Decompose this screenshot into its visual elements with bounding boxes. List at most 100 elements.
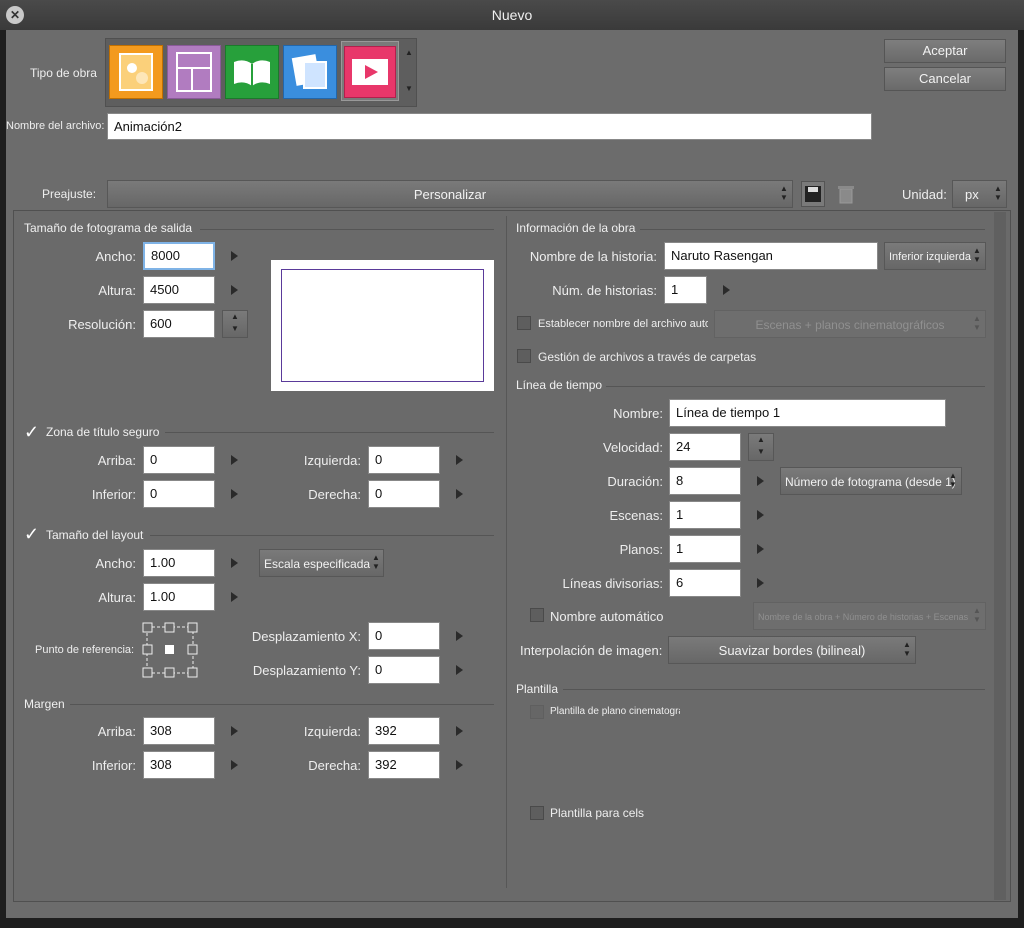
story-name-label: Nombre de la historia: xyxy=(529,249,657,264)
work-type-label: Tipo de obra xyxy=(30,66,97,80)
scale-value: Escala especificada xyxy=(264,557,371,571)
dividers-input[interactable]: 6 xyxy=(669,569,741,597)
preset-label: Preajuste: xyxy=(42,187,97,201)
layout-size-checkbox[interactable]: ✓ xyxy=(24,525,39,543)
save-preset-icon[interactable] xyxy=(801,181,825,207)
shots-arrow-icon[interactable] xyxy=(757,544,764,554)
layout-size-title: Tamaño del layout xyxy=(46,528,144,542)
margin-top-input[interactable]: 308 xyxy=(143,717,215,745)
layout-width-arrow-icon[interactable] xyxy=(231,558,238,568)
safe-left-label: Izquierda: xyxy=(303,453,361,468)
story-count-arrow-icon[interactable] xyxy=(723,285,730,295)
delete-preset-icon[interactable] xyxy=(834,181,858,207)
auto-name-chevron-icon: ▲ ▼ xyxy=(973,606,981,624)
window-title: Nuevo xyxy=(491,7,533,23)
reference-point-selector[interactable] xyxy=(141,621,199,679)
margin-right-input[interactable]: 392 xyxy=(368,751,440,779)
timeline-name-label: Nombre: xyxy=(613,406,663,421)
margin-left-arrow-icon[interactable] xyxy=(456,726,463,736)
margin-bottom-input[interactable]: 308 xyxy=(143,751,215,779)
file-name-label: Nombre del archivo: xyxy=(6,120,105,132)
margin-top-label: Arriba: xyxy=(97,724,136,739)
comic-icon[interactable] xyxy=(167,45,221,99)
offset-x-input[interactable]: 0 xyxy=(368,622,440,650)
margin-right-label: Derecha: xyxy=(308,758,361,773)
duration-input[interactable]: 8 xyxy=(669,467,741,495)
shot-template-checkbox[interactable] xyxy=(530,705,544,719)
story-name-input[interactable]: Naruto Rasengan xyxy=(664,242,878,270)
file-name-input[interactable]: Animación2 xyxy=(107,113,872,140)
accept-button[interactable]: Aceptar xyxy=(884,39,1006,63)
auto-filename-checkbox[interactable] xyxy=(517,316,531,330)
shots-input[interactable]: 1 xyxy=(669,535,741,563)
output-width-label: Ancho: xyxy=(95,249,136,264)
scale-dropdown[interactable]: Escala especificada xyxy=(259,549,384,577)
output-width-input[interactable]: 8000 xyxy=(143,242,215,270)
scale-chevron-icon: ▲ ▼ xyxy=(372,553,380,571)
resolution-label: Resolución: xyxy=(68,317,136,332)
book-icon[interactable] xyxy=(225,45,279,99)
animation-icon[interactable] xyxy=(341,41,399,101)
scrollbar[interactable] xyxy=(994,212,1006,900)
margin-bottom-arrow-icon[interactable] xyxy=(231,760,238,770)
offset-x-arrow-icon[interactable] xyxy=(456,631,463,641)
auto-filename-value: Escenas + planos cinematográficos xyxy=(755,318,945,332)
dividers-arrow-icon[interactable] xyxy=(757,578,764,588)
speed-input[interactable]: 24 xyxy=(669,433,741,461)
duration-arrow-icon[interactable] xyxy=(757,476,764,486)
folder-management-checkbox[interactable] xyxy=(517,349,531,363)
interpolation-label: Interpolación de imagen: xyxy=(520,643,663,658)
speed-stepper[interactable]: ▲ ▼ xyxy=(748,433,774,461)
margin-bottom-label: Inferior: xyxy=(91,758,136,773)
offset-y-arrow-icon[interactable] xyxy=(456,665,463,675)
auto-name-checkbox[interactable] xyxy=(530,608,544,622)
shots-label: Planos: xyxy=(619,542,663,557)
resolution-input[interactable]: 600 xyxy=(143,310,215,338)
webtoon-icon[interactable] xyxy=(283,45,337,99)
cels-template-checkbox[interactable] xyxy=(530,806,544,820)
output-height-arrow-icon[interactable] xyxy=(231,285,238,295)
safe-top-input[interactable]: 0 xyxy=(143,446,215,474)
cancel-button[interactable]: Cancelar xyxy=(884,67,1006,91)
layout-height-input[interactable]: 1.00 xyxy=(143,583,215,611)
unit-value: px xyxy=(965,187,979,202)
preset-dropdown[interactable]: Personalizar xyxy=(107,180,793,208)
offset-y-input[interactable]: 0 xyxy=(368,656,440,684)
safe-right-arrow-icon[interactable] xyxy=(456,489,463,499)
timeline-name-input[interactable]: Línea de tiempo 1 xyxy=(669,399,946,427)
safe-zone-checkbox[interactable]: ✓ xyxy=(24,423,39,441)
auto-name-value: Nombre de la obra + Número de historias … xyxy=(758,612,969,622)
preset-value: Personalizar xyxy=(413,187,487,202)
output-height-input[interactable]: 4500 xyxy=(143,276,215,304)
safe-top-arrow-icon[interactable] xyxy=(231,455,238,465)
auto-name-dropdown[interactable]: Nombre de la obra + Número de historias … xyxy=(753,602,986,630)
auto-filename-dropdown[interactable]: Escenas + planos cinematográficos xyxy=(714,310,986,338)
layout-height-arrow-icon[interactable] xyxy=(231,592,238,602)
scenes-input[interactable]: 1 xyxy=(669,501,741,529)
resolution-stepper[interactable]: ▲ ▼ xyxy=(222,310,248,338)
work-type-scroll-up-icon[interactable]: ▲ xyxy=(402,48,416,57)
speed-label: Velocidad: xyxy=(603,440,663,455)
close-icon[interactable]: ✕ xyxy=(6,6,24,24)
frame-mode-dropdown[interactable]: Número de fotograma (desde 1) xyxy=(780,467,962,495)
scenes-arrow-icon[interactable] xyxy=(757,510,764,520)
story-count-input[interactable]: 1 xyxy=(664,276,707,304)
output-width-arrow-icon[interactable] xyxy=(231,251,238,261)
safe-zone-title: Zona de título seguro xyxy=(46,425,160,439)
illustration-icon[interactable] xyxy=(109,45,163,99)
work-type-scroll-down-icon[interactable]: ▼ xyxy=(402,84,416,93)
layout-width-input[interactable]: 1.00 xyxy=(143,549,215,577)
safe-bottom-arrow-icon[interactable] xyxy=(231,489,238,499)
offset-y-label: Desplazamiento Y: xyxy=(252,663,361,678)
safe-right-input[interactable]: 0 xyxy=(368,480,440,508)
interpolation-dropdown[interactable]: Suavizar bordes (bilineal) xyxy=(668,636,916,664)
margin-right-arrow-icon[interactable] xyxy=(456,760,463,770)
safe-left-input[interactable]: 0 xyxy=(368,446,440,474)
reference-point-label: Punto de referencia: xyxy=(35,644,135,656)
frame-preview xyxy=(271,260,494,391)
margin-left-input[interactable]: 392 xyxy=(368,717,440,745)
margin-top-arrow-icon[interactable] xyxy=(231,726,238,736)
safe-bottom-input[interactable]: 0 xyxy=(143,480,215,508)
safe-left-arrow-icon[interactable] xyxy=(456,455,463,465)
layout-height-label: Altura: xyxy=(98,590,136,605)
